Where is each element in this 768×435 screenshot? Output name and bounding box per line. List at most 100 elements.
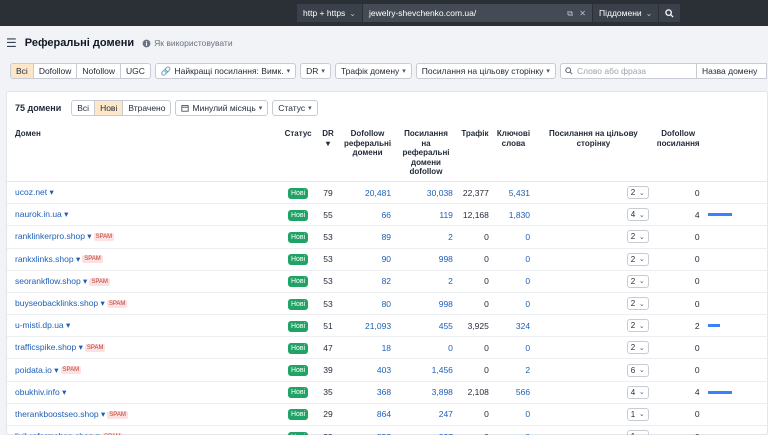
dofollow-ref-cell[interactable]: 80 — [339, 292, 396, 316]
links-target-select[interactable]: 1⌄ — [626, 430, 649, 435]
links-target-select[interactable]: 6 ⌄ — [626, 363, 649, 377]
links-target-select[interactable]: 2 ⌄ — [626, 186, 649, 200]
domain-link[interactable]: trafficspike.shop — [15, 342, 76, 352]
keywords-cell[interactable]: 0 — [492, 270, 535, 293]
chevron-down-icon[interactable]: ▾ — [64, 320, 70, 330]
chevron-down-icon[interactable]: ▾ — [47, 187, 54, 197]
dofollow-ref-cell[interactable]: 864 — [339, 403, 396, 427]
domain-link[interactable]: lixil-reformshop.shop — [15, 431, 93, 435]
tab-lost[interactable]: Втрачено — [123, 101, 170, 115]
links-ref-cell[interactable]: 30,038 — [395, 181, 457, 205]
links-target-select[interactable]: 2 ⌄ — [626, 230, 649, 244]
links-ref-cell[interactable]: 0 — [395, 336, 457, 360]
table-row[interactable]: trafficspike.shop ▾ SPAM Нові 47 18 0 0 0 2 ⌄ 0 — [7, 336, 768, 360]
filter-nofollow[interactable]: Nofollow — [77, 64, 122, 78]
dofollow-ref-cell[interactable]: 368 — [339, 381, 396, 404]
col-domain[interactable]: Домен — [7, 124, 281, 182]
keywords-cell[interactable]: 1,830 — [492, 203, 535, 227]
domain-link[interactable]: buyseobacklinks.shop — [15, 298, 98, 308]
table-row[interactable]: therankboostseo.shop ▾ SPAM Нові 29 864 247 0 0… — [7, 403, 768, 427]
links-target-select[interactable]: 2 ⌄ — [626, 341, 649, 355]
dofollow-ref-cell[interactable]: 82 — [339, 270, 396, 293]
tab-new[interactable]: Нові — [95, 101, 124, 115]
table-row[interactable]: ranklinkerpro.shop ▾ SPAM Нові 53 89 2 0 0 2 ⌄ 0 — [7, 225, 768, 249]
links-ref-cell[interactable]: 247 — [395, 403, 457, 427]
keywords-cell[interactable]: 0 — [492, 425, 535, 435]
chevron-down-icon[interactable]: ▾ — [60, 387, 66, 397]
chevron-down-icon[interactable]: ▾ — [62, 209, 68, 219]
links-target-select[interactable]: 4 ⌄ — [626, 385, 649, 399]
menu-icon[interactable]: ☰ — [6, 36, 17, 50]
protocol-select[interactable]: http + https ⌄ — [297, 4, 363, 22]
dofollow-ref-cell[interactable]: 21,093 — [339, 314, 396, 338]
domain-link[interactable]: naurok.in.ua — [15, 209, 62, 219]
col-dofollow-ref[interactable]: Dofollow реферальні домени — [339, 124, 396, 182]
clear-icon[interactable]: ✕ — [579, 9, 586, 18]
domain-link[interactable]: u-misti.dp.ua — [15, 320, 64, 330]
table-row[interactable]: lixil-reformshop.shop ▾SPAMНові298522370… — [7, 425, 768, 435]
links-ref-cell[interactable]: 3,898 — [395, 381, 457, 404]
url-input[interactable]: jewelry-shevchenko.com.ua/ ⧉ ✕ — [363, 4, 593, 22]
domain-link[interactable]: ucoz.net — [15, 187, 47, 197]
filter-all[interactable]: Всі — [11, 64, 34, 78]
table-row[interactable]: naurok.in.ua ▾ Нові 55 66 119 12,168 1,830 4 ⌄ 4 — [7, 203, 768, 227]
dr-dropdown[interactable]: DR ▾ — [300, 63, 331, 79]
col-links-target[interactable]: Посилання на цільову сторінку — [534, 124, 653, 182]
search-button[interactable] — [659, 4, 682, 22]
links-ref-cell[interactable]: 998 — [395, 292, 457, 316]
keywords-cell[interactable]: 2 — [492, 358, 535, 382]
dofollow-ref-cell[interactable]: 852 — [339, 425, 396, 435]
external-link-icon[interactable]: ⧉ — [567, 9, 573, 18]
filter-ugc[interactable]: UGC — [121, 64, 150, 78]
keywords-cell[interactable]: 5,431 — [492, 181, 535, 205]
period-dropdown[interactable]: Минулий місяць ▾ — [175, 100, 269, 116]
col-dofollow-links[interactable]: Dofollow посилання — [652, 124, 704, 182]
keywords-cell[interactable]: 324 — [492, 314, 535, 338]
dofollow-ref-cell[interactable]: 20,481 — [339, 181, 396, 205]
domain-link[interactable]: obukhiv.info — [15, 387, 60, 397]
keywords-cell[interactable]: 0 — [492, 292, 535, 316]
how-to-link[interactable]: Як використовувати — [142, 38, 233, 48]
table-row[interactable]: buyseobacklinks.shop ▾ SPAM Нові 53 80 998 0 0 2… — [7, 292, 768, 316]
domain-link[interactable]: seorankflow.shop — [15, 276, 81, 286]
keywords-cell[interactable]: 566 — [492, 381, 535, 404]
domain-link[interactable]: therankboostseo.shop — [15, 409, 99, 419]
keywords-cell[interactable]: 0 — [492, 336, 535, 360]
chevron-down-icon[interactable]: ▾ — [85, 231, 91, 241]
domain-link[interactable]: poidata.io — [15, 365, 52, 375]
filter-dofollow[interactable]: Dofollow — [34, 64, 78, 78]
col-status[interactable]: Статус — [280, 124, 317, 182]
dofollow-ref-cell[interactable]: 89 — [339, 225, 396, 249]
dofollow-ref-cell[interactable]: 18 — [339, 336, 396, 360]
table-row[interactable]: seorankflow.shop ▾ SPAM Нові 53 82 2 0 0 2 ⌄ 0 — [7, 270, 768, 293]
table-row[interactable]: rankxlinks.shop ▾ SPAM Нові 53 90 998 0 0 2 ⌄ 0 — [7, 248, 768, 271]
links-ref-cell[interactable]: 1,456 — [395, 358, 457, 382]
chevron-down-icon[interactable]: ▾ — [76, 342, 83, 352]
links-ref-cell[interactable]: 2 — [395, 270, 457, 293]
links-target-select[interactable]: 2 ⌄ — [626, 297, 649, 310]
best-links-dropdown[interactable]: 🔗 Найкращі посилання: Вимк. ▾ — [154, 63, 297, 79]
mode-select[interactable]: Піддомени ⌄ — [593, 4, 660, 22]
dofollow-ref-cell[interactable]: 403 — [339, 358, 396, 382]
links-target-select[interactable]: 2 ⌄ — [626, 252, 649, 266]
chevron-down-icon[interactable]: ▾ — [52, 365, 58, 375]
dofollow-ref-cell[interactable]: 90 — [339, 248, 396, 271]
links-target-select[interactable]: 2 ⌄ — [626, 274, 649, 288]
links-ref-cell[interactable]: 119 — [395, 203, 457, 227]
target-links-dropdown[interactable]: Посилання на цільову сторінку ▾ — [415, 63, 556, 79]
status-dropdown[interactable]: Статус ▾ — [272, 100, 318, 116]
chevron-down-icon[interactable]: ▾ — [99, 409, 105, 419]
col-links-ref[interactable]: Посилання на реферальні домени dofollow — [395, 124, 457, 182]
table-row[interactable]: ucoz.net ▾ Нові 79 20,481 30,038 22,377 5,431 2… — [7, 181, 768, 205]
col-traffic[interactable]: Трафік — [456, 124, 493, 182]
col-keywords[interactable]: Ключові слова — [492, 124, 535, 182]
tab-all[interactable]: Всі — [72, 101, 96, 115]
search-input[interactable]: Слово або фраза — [559, 63, 697, 79]
links-ref-cell[interactable]: 998 — [395, 248, 457, 271]
keywords-cell[interactable]: 0 — [492, 403, 535, 427]
links-ref-cell[interactable]: 237 — [395, 425, 457, 435]
domain-link[interactable]: rankxlinks.shop — [15, 254, 74, 264]
chevron-down-icon[interactable]: ▾ — [93, 431, 100, 435]
links-target-select[interactable]: 1⌄ — [626, 407, 649, 421]
chevron-down-icon[interactable]: ▾ — [81, 276, 87, 286]
